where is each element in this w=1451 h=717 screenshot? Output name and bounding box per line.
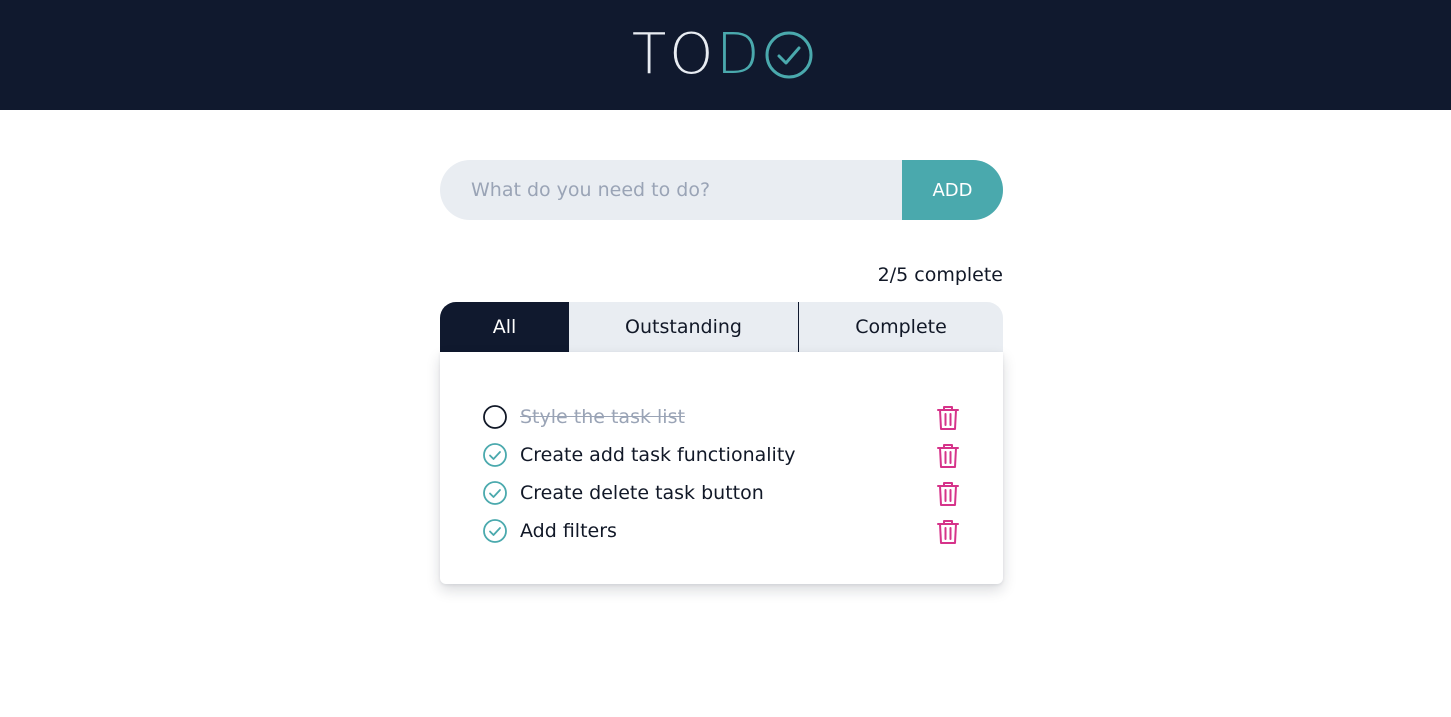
task-item: Style the task list [482, 398, 962, 436]
trash-icon [937, 482, 959, 506]
new-task-input[interactable] [440, 160, 902, 220]
trash-icon [937, 520, 959, 544]
app-header: TO D [0, 0, 1451, 110]
tab-outstanding[interactable]: Outstanding [569, 302, 799, 352]
delete-task-button[interactable] [935, 404, 961, 432]
task-text: Create add task functionality [520, 444, 796, 466]
add-task-button[interactable]: ADD [902, 160, 1003, 220]
task-item: Create add task functionality [482, 436, 962, 474]
task-text: Add filters [520, 520, 617, 542]
task-item: Add filters [482, 512, 962, 550]
tab-all[interactable]: All [440, 302, 569, 352]
trash-icon [937, 444, 959, 468]
check-circle-icon [765, 31, 813, 79]
delete-task-button[interactable] [935, 480, 961, 508]
check-circle-icon[interactable] [482, 442, 508, 468]
delete-task-button[interactable] [935, 518, 961, 546]
completion-counter: 2/5 complete [877, 264, 1003, 286]
task-text: Style the task list [520, 406, 685, 428]
filter-tabs: All Outstanding Complete [440, 302, 1003, 352]
empty-circle-icon[interactable] [482, 404, 508, 430]
add-task-form: ADD [440, 160, 1003, 220]
logo-text-primary: TO [632, 22, 717, 87]
task-list-panel: Style the task list Create add task func… [440, 352, 1003, 584]
check-circle-icon[interactable] [482, 480, 508, 506]
task-text: Create delete task button [520, 482, 764, 504]
trash-icon [937, 406, 959, 430]
logo-text-accent: D [716, 22, 763, 87]
task-list: Style the task list Create add task func… [482, 398, 962, 550]
check-circle-icon[interactable] [482, 518, 508, 544]
tab-complete[interactable]: Complete [799, 302, 1003, 352]
task-item: Create delete task button [482, 474, 962, 512]
delete-task-button[interactable] [935, 442, 961, 470]
app-logo: TO D [632, 26, 814, 84]
